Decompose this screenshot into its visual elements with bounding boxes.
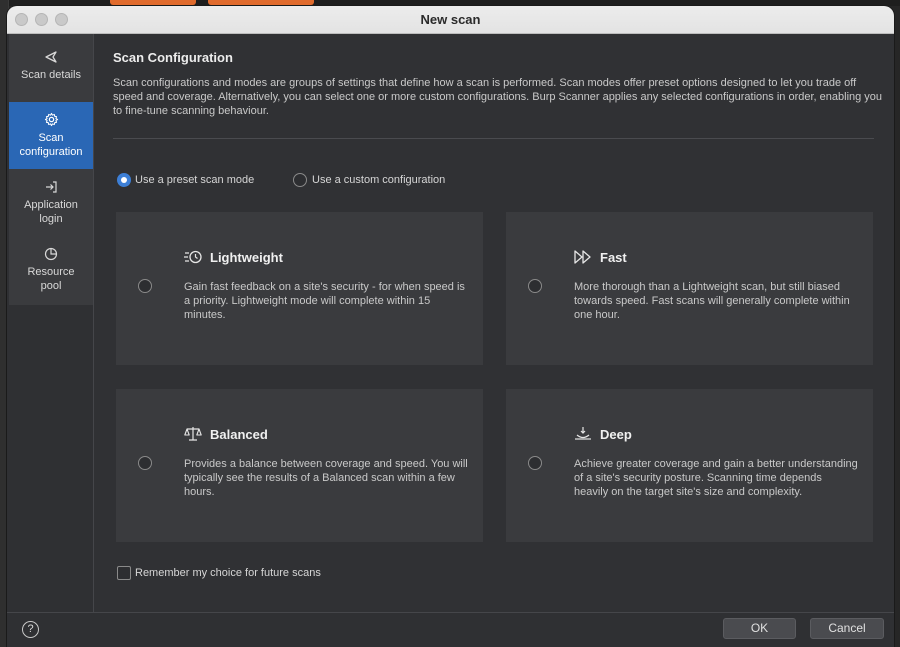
card-title: Balanced [210,427,268,442]
pie-chart-icon [44,247,58,261]
new-scan-dialog: New scan Scan details Scan configuration… [7,6,894,647]
balanced-mode-card[interactable]: Balanced Provides a balance between cove… [116,389,483,542]
sidebar: Scan details Scan configuration Applicat… [9,34,93,305]
card-description: Provides a balance between coverage and … [184,458,468,498]
dialog-footer: ? OK Cancel [7,612,894,647]
sidebar-item-label: configuration [19,146,83,158]
window-title: New scan [420,12,481,27]
scales-icon [184,427,202,441]
card-title: Deep [600,427,632,442]
custom-config-radio[interactable] [293,173,307,187]
title-bar: New scan [7,6,894,34]
sidebar-item-scan-configuration[interactable]: Scan configuration [9,102,93,169]
cancel-button[interactable]: Cancel [810,618,884,639]
fast-mode-card[interactable]: Fast More thorough than a Lightweight sc… [506,212,873,365]
lightweight-mode-card[interactable]: Lightweight Gain fast feedback on a site… [116,212,483,365]
card-description: Achieve greater coverage and gain a bett… [574,458,858,498]
sidebar-item-label: Scan [38,132,64,144]
gear-icon [44,112,58,127]
login-arrow-icon [46,181,57,193]
timer-speed-icon [184,250,202,264]
sidebar-item-resource-pool[interactable]: Resource pool [9,247,93,303]
remember-choice-checkbox[interactable] [117,566,131,580]
deep-dive-icon [575,427,591,440]
sidebar-item-application-login[interactable]: Application login [9,180,93,236]
fast-forward-icon [574,250,591,264]
send-arrow-icon [45,51,57,63]
help-icon[interactable]: ? [22,621,39,638]
remember-choice-label[interactable]: Remember my choice for future scans [135,567,321,579]
background-orange-tab [208,0,314,5]
card-title: Fast [600,250,627,265]
preset-mode-radio[interactable] [117,173,131,187]
preset-mode-label[interactable]: Use a preset scan mode [135,174,254,186]
page-description: Scan configurations and modes are groups… [113,77,883,117]
sidebar-item-label: login [39,213,63,225]
sidebar-item-scan-details[interactable]: Scan details [9,50,93,100]
deep-radio[interactable] [528,456,542,470]
card-description: Gain fast feedback on a site's security … [184,281,465,321]
card-title: Lightweight [210,250,283,265]
scan-configuration-panel: Scan Configuration Scan configurations a… [94,34,894,612]
balanced-radio[interactable] [138,456,152,470]
custom-config-label[interactable]: Use a custom configuration [312,174,445,186]
sidebar-item-label: Application [24,199,78,211]
page-title: Scan Configuration [113,50,233,65]
sidebar-item-label: pool [40,280,62,292]
background-orange-tab [110,0,196,5]
sidebar-item-label: Scan details [21,69,81,81]
deep-mode-card[interactable]: Deep Achieve greater coverage and gain a… [506,389,873,542]
lightweight-radio[interactable] [138,279,152,293]
ok-button[interactable]: OK [723,618,796,639]
sidebar-item-label: Resource [27,266,75,278]
fast-radio[interactable] [528,279,542,293]
card-description: More thorough than a Lightweight scan, b… [574,281,850,321]
divider [113,138,874,139]
